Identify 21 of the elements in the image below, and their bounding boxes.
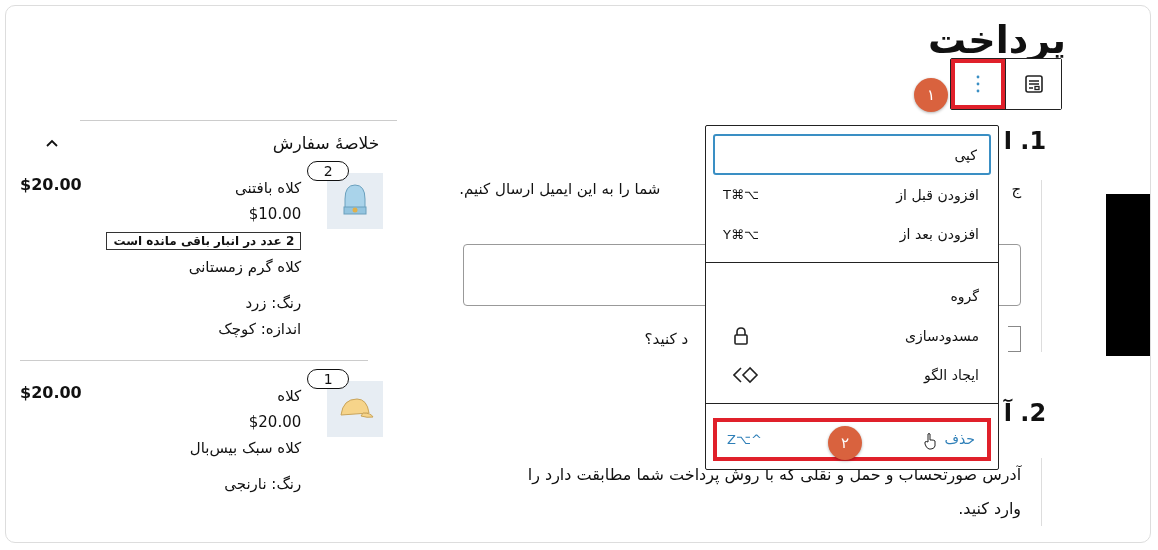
checkbox-label: د کنید؟ [644, 330, 689, 348]
paragraph-fragment: شما را به این ایمیل ارسال کنیم. [459, 180, 661, 198]
product-description: کلاه سبک بیس‌بال [188, 438, 302, 459]
section-heading: 2. آ [1003, 398, 1047, 428]
product-attribute: اندازه: کوچک [217, 319, 302, 340]
order-summary-title: خلاصهٔ سفارش [272, 133, 380, 153]
product-description: کلاه گرم زمستانی [187, 257, 302, 278]
page-title: پرداخت [927, 17, 1067, 64]
product-price: $20.00 [247, 412, 302, 433]
section-heading: 1. ا [1003, 126, 1047, 156]
product-name: کلاه [276, 386, 302, 407]
quantity-badge: 2 [307, 161, 350, 181]
product-attribute: رنگ: نارنجی [223, 474, 302, 495]
paragraph-fragment: ج [1011, 180, 1022, 198]
item-total: $20.00 [20, 383, 82, 402]
stock-note: 2 عدد در انبار باقی مانده است [106, 232, 302, 250]
quantity-badge: 1 [307, 369, 350, 389]
item-total: $20.00 [20, 175, 82, 194]
product-attribute: رنگ: زرد [244, 293, 302, 314]
product-price: $10.00 [247, 204, 302, 225]
product-name: کلاه بافتنی [234, 178, 302, 199]
